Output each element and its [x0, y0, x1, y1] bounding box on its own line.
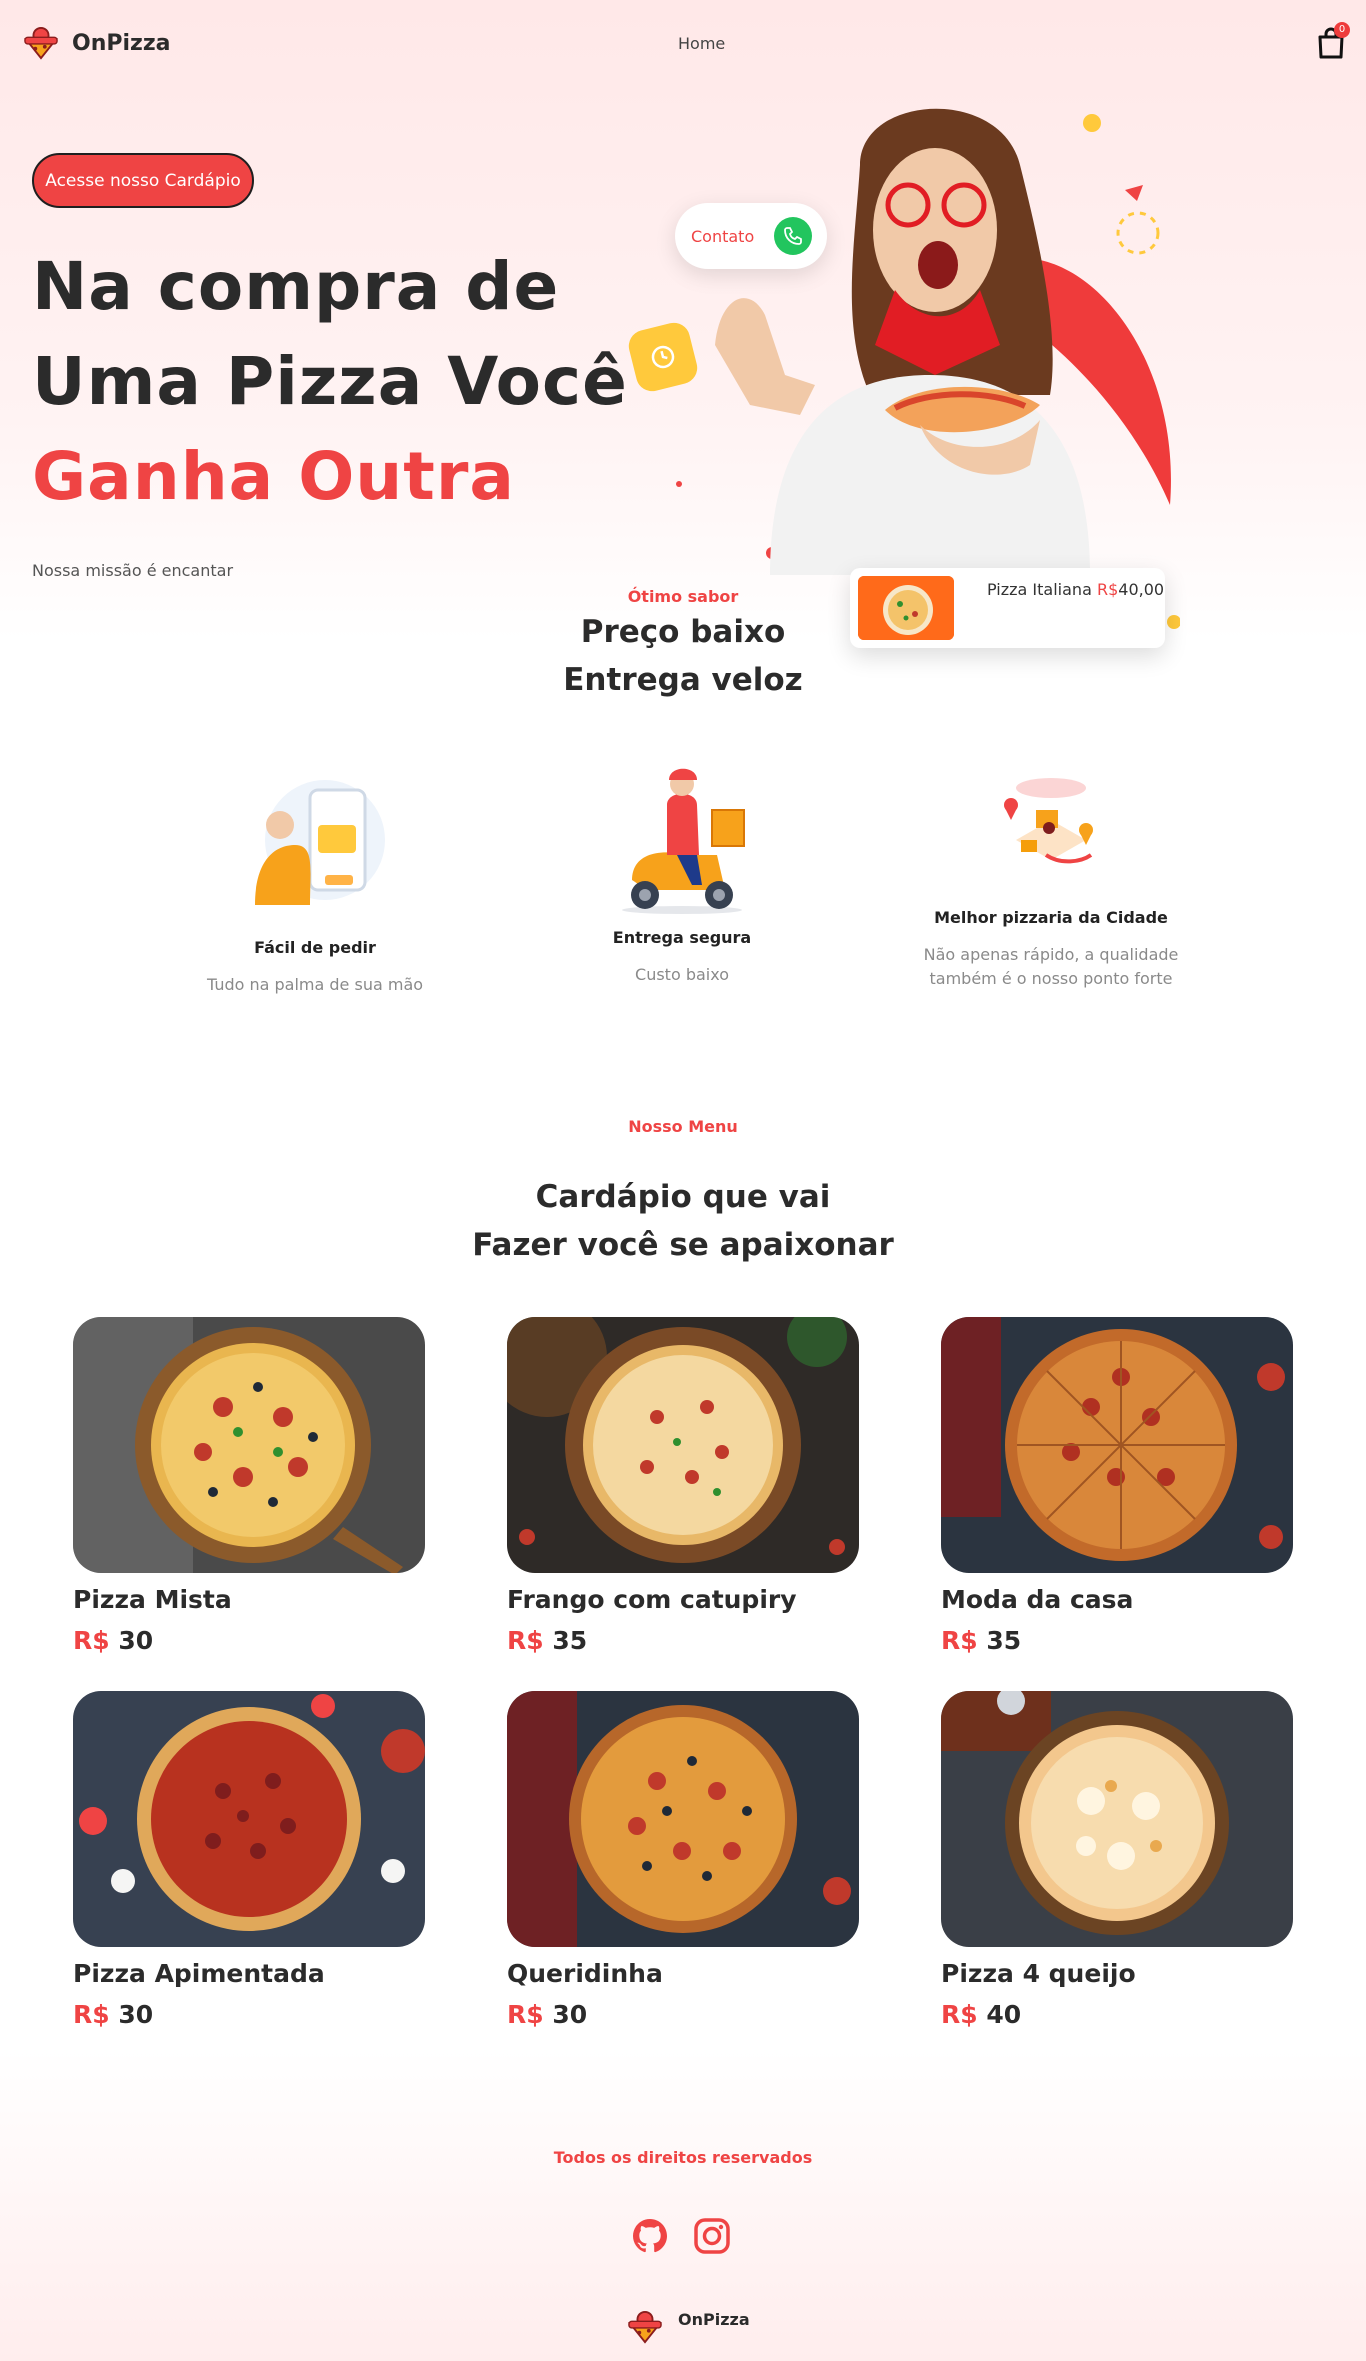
queridinha-image	[507, 1691, 859, 1947]
map-delivery-illustration	[1004, 778, 1093, 864]
menu-item-price: R$ 40	[941, 2000, 1022, 2029]
menu-title-line1: Cardápio que vai	[535, 1179, 831, 1215]
pizza-mista-image	[73, 1317, 425, 1573]
features-title-line1: Preço baixo	[580, 614, 786, 650]
menu-item-name: Frango com catupiry	[507, 1585, 797, 1614]
pizza-apimentada-image	[73, 1691, 425, 1947]
menu-item-name: Pizza Apimentada	[73, 1959, 325, 1988]
menu-item-name: Moda da casa	[941, 1585, 1134, 1614]
hero-mission-text: Nossa missão é encantar	[32, 561, 234, 580]
menu-cta-button[interactable]: Acesse nosso Cardápio	[32, 153, 254, 208]
menu-item-name: Pizza Mista	[73, 1585, 232, 1614]
brand-name: OnPizza	[72, 30, 171, 56]
feature-desc: Tudo na palma de sua mão	[206, 975, 424, 994]
moda-da-casa-image	[941, 1317, 1293, 1573]
instagram-icon[interactable]	[692, 2216, 732, 2256]
hero-headline-line3: Ganha Outra	[32, 438, 515, 515]
pizza-logo-icon	[23, 26, 59, 60]
frango-com-catupiry-image	[507, 1317, 859, 1573]
github-icon[interactable]	[630, 2216, 670, 2256]
feature-title: Melhor pizzaria da Cidade	[934, 908, 1168, 927]
brand-logo-link[interactable]: OnPizza	[22, 26, 170, 60]
contact-button[interactable]: Contato	[675, 203, 827, 269]
menu-title-line2: Fazer você se apaixonar	[472, 1227, 894, 1263]
contact-label: Contato	[691, 226, 755, 246]
social-links	[630, 2216, 732, 2256]
menu-card[interactable]: Pizza Apimentada R$ 30	[73, 1691, 425, 2029]
pizza-logo-icon	[627, 2310, 663, 2344]
phone-icon	[774, 217, 813, 255]
feature-desc: Não apenas rápido, a qualidade também é …	[923, 945, 1179, 988]
menu-item-price: R$ 30	[507, 2000, 588, 2029]
hero-headline-line1: Na compra de	[32, 248, 560, 325]
menu-card[interactable]: Frango com catupiry R$ 35	[507, 1317, 859, 1655]
feature-title: Entrega segura	[612, 928, 752, 947]
cart-button[interactable]: 0	[1316, 22, 1350, 60]
nav-home-link[interactable]: Home	[678, 34, 725, 53]
menu-item-price: R$ 30	[73, 1626, 154, 1655]
footer-rights-text: Todos os direitos reservados	[553, 2148, 813, 2167]
menu-item-price: R$ 35	[507, 1626, 588, 1655]
menu-item-name: Queridinha	[507, 1959, 663, 1988]
footer-brand-link[interactable]: OnPizza	[626, 2310, 750, 2344]
feature-desc: Custo baixo	[635, 965, 729, 984]
menu-item-name: Pizza 4 queijo	[941, 1959, 1136, 1988]
menu-item-price: R$ 30	[73, 2000, 154, 2029]
pizza-4-queijo-image	[941, 1691, 1293, 1947]
features-eyebrow: Ótimo sabor	[627, 587, 739, 606]
feature-easy-order: Fácil de pedir Tudo na palma de sua mão	[165, 770, 465, 997]
feature-safe-delivery: Entrega segura Custo baixo	[532, 760, 832, 987]
menu-eyebrow: Nosso Menu	[628, 1117, 738, 1136]
menu-item-price: R$ 35	[941, 1626, 1022, 1655]
menu-card[interactable]: Queridinha R$ 30	[507, 1691, 859, 2029]
footer-brand-name: OnPizza	[678, 2310, 750, 2329]
feature-best-pizzeria: Melhor pizzaria da Cidade Não apenas ráp…	[901, 770, 1201, 991]
menu-card[interactable]: Pizza Mista R$ 30	[73, 1317, 425, 1655]
delivery-scooter-illustration	[622, 768, 745, 914]
feature-title: Fácil de pedir	[254, 938, 376, 957]
menu-card[interactable]: Pizza 4 queijo R$ 40	[941, 1691, 1293, 2029]
features-title-line2: Entrega veloz	[563, 662, 803, 698]
menu-card[interactable]: Moda da casa R$ 35	[941, 1317, 1293, 1655]
hero-headline-line2: Uma Pizza Você	[32, 343, 628, 420]
phone-order-illustration	[255, 780, 385, 905]
cart-count-badge: 0	[1334, 22, 1350, 38]
